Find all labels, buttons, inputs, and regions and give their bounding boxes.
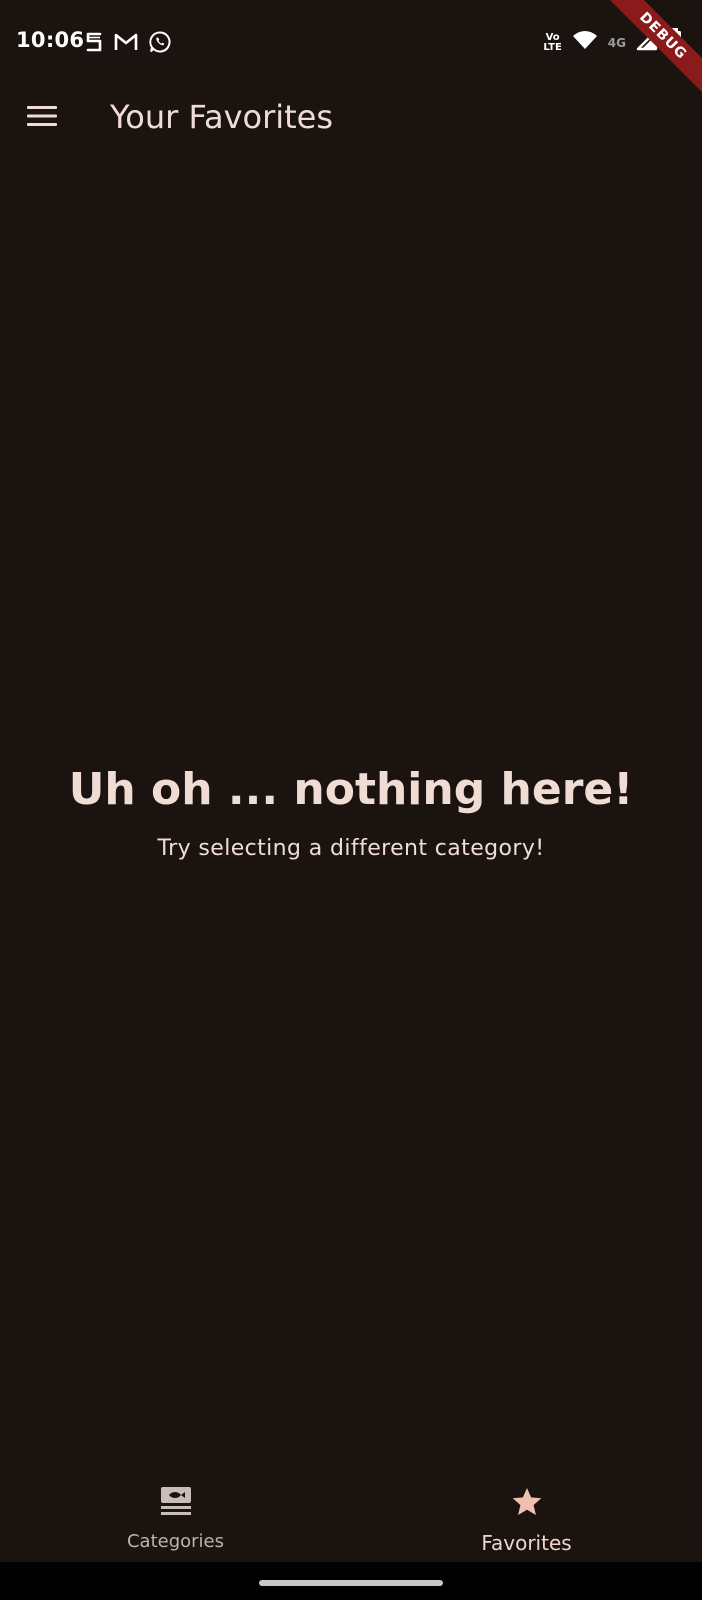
status-bar: 10:06 Vo LTE 4G DEBUG [0, 0, 702, 105]
gmail-icon [114, 32, 138, 52]
empty-state: Uh oh ... nothing here! Try selecting a … [0, 752, 702, 861]
nav-item-favorites[interactable]: Favorites [351, 1470, 702, 1562]
home-indicator[interactable] [259, 1580, 443, 1586]
app-bar: Your Favorites [0, 86, 702, 152]
notification-s-icon [84, 31, 104, 53]
empty-state-subtitle: Try selecting a different category! [157, 836, 545, 861]
nav-label-categories: Categories [126, 1531, 225, 1552]
status-time: 10:06 [16, 28, 85, 52]
page-title: Your Favorites [110, 98, 334, 136]
star-icon [511, 1486, 543, 1523]
notification-icons [84, 30, 172, 54]
whatsapp-icon [148, 30, 172, 54]
system-navigation-bar [0, 1562, 702, 1600]
volte-icon: Vo LTE [543, 31, 562, 53]
volte-bottom-label: LTE [543, 41, 562, 53]
network-type-label: 4G [607, 35, 626, 50]
nav-item-categories[interactable]: Categories [0, 1470, 351, 1562]
wifi-icon [572, 30, 598, 55]
nav-label-favorites: Favorites [481, 1531, 572, 1555]
hamburger-menu-icon [27, 105, 57, 132]
menu-button[interactable] [20, 96, 64, 140]
volte-top-label: Vo [545, 31, 560, 43]
bottom-navigation-bar: Categories Favorites [0, 1470, 702, 1562]
set-meal-icon [159, 1486, 193, 1523]
empty-state-title: Uh oh ... nothing here! [68, 764, 634, 815]
